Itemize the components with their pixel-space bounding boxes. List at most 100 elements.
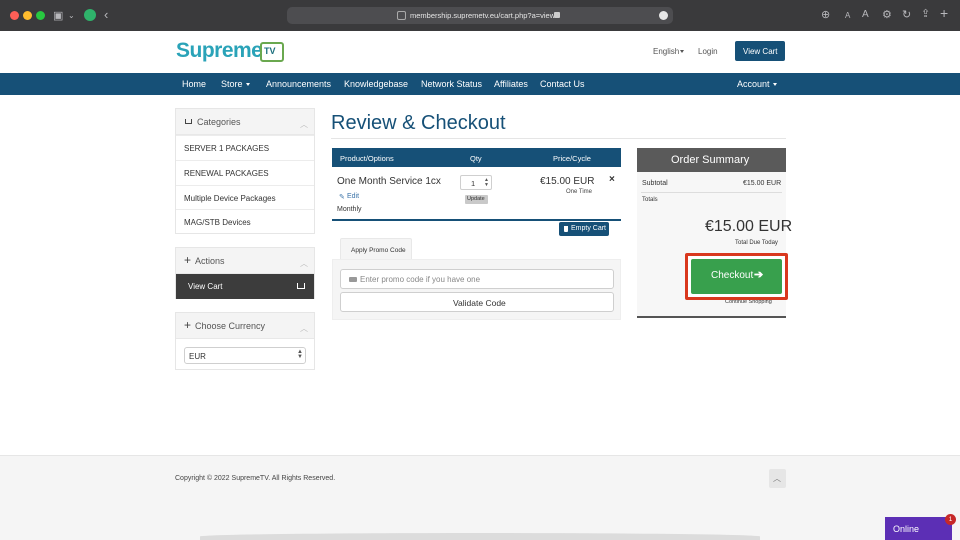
update-button[interactable]: Update (465, 195, 488, 204)
promo-placeholder: Enter promo code if you have one (360, 275, 481, 284)
footer-shadow (200, 533, 760, 540)
remove-item-button[interactable]: × (609, 174, 615, 185)
main-navigation: Home Store Announcements Knowledgebase N… (0, 73, 960, 95)
nav-affiliates[interactable]: Affiliates (494, 79, 528, 89)
reload-icon[interactable]: ↻ (902, 9, 911, 21)
cart-icon (297, 283, 305, 289)
categories-header[interactable]: Categories ︿ (176, 109, 314, 135)
store-caret-icon (246, 83, 250, 86)
category-item[interactable]: Multiple Device Packages (176, 185, 314, 210)
currency-title: Choose Currency (195, 321, 266, 331)
category-item[interactable]: SERVER 1 PACKAGES (176, 135, 314, 160)
text-smaller-icon[interactable]: A (845, 10, 850, 22)
nav-announcements[interactable]: Announcements (266, 79, 331, 89)
lock-icon (554, 12, 560, 18)
collapse-chevron-icon[interactable]: ︿ (300, 258, 308, 269)
column-price: Price/Cycle (553, 154, 591, 163)
categories-panel: Categories ︿ SERVER 1 PACKAGES RENEWAL P… (175, 108, 315, 234)
category-item[interactable]: RENEWAL PACKAGES (176, 160, 314, 185)
url-text: membership.supremetv.eu/cart.php?a=view (410, 11, 556, 20)
column-product: Product/Options (340, 154, 394, 163)
category-label: SERVER 1 PACKAGES (184, 144, 270, 153)
empty-cart-button[interactable]: Empty Cart (559, 222, 609, 236)
categories-title: Categories (197, 117, 241, 127)
currency-select[interactable]: EUR ▲ ▼ (184, 347, 306, 364)
checkout-button[interactable]: Checkout ➔ (691, 259, 782, 294)
nav-home[interactable]: Home (182, 79, 206, 89)
validate-code-label: Validate Code (453, 298, 506, 308)
cart-table-header: Product/Options Qty Price/Cycle (332, 148, 621, 167)
header-view-cart-button[interactable]: View Cart (735, 41, 785, 61)
stepper-arrows-icon[interactable]: ▲ ▼ (484, 178, 489, 188)
actions-panel: + Actions ︿ View Cart (175, 247, 315, 299)
order-summary-header: Order Summary (637, 148, 786, 172)
select-arrows-icon: ▲ ▼ (297, 349, 303, 360)
collapse-chevron-icon[interactable]: ︿ (300, 119, 308, 130)
cart-item-row: One Month Service 1cx ✎ Edit Monthly 1 ▲… (332, 167, 621, 221)
currency-selected-value: EUR (189, 352, 206, 361)
back-to-top-button[interactable]: ︿ (769, 469, 786, 488)
zoom-window-button[interactable] (36, 11, 45, 20)
subtotal-value: €15.00 EUR (743, 180, 782, 187)
promo-tab-label: Apply Promo Code (351, 247, 406, 254)
category-label: MAG/STB Devices (184, 218, 251, 227)
chevron-down-icon[interactable]: ⌄ (68, 10, 75, 22)
nav-contact-us[interactable]: Contact Us (540, 79, 585, 89)
actions-header[interactable]: + Actions ︿ (176, 248, 314, 274)
currency-panel: + Choose Currency ︿ EUR ▲ ▼ (175, 312, 315, 370)
empty-cart-label: Empty Cart (571, 225, 607, 232)
caret-down-icon (680, 50, 684, 53)
cart-item-price: €15.00 EUR (540, 176, 595, 187)
settings-gear-icon[interactable]: ⚙ (882, 9, 892, 21)
promo-code-input[interactable]: Enter promo code if you have one (340, 269, 614, 289)
pencil-icon: ✎ (339, 194, 345, 201)
nav-store[interactable]: Store (221, 79, 243, 89)
sidebar-toggle-icon[interactable]: ▣ (53, 10, 63, 22)
nav-network-status[interactable]: Network Status (421, 79, 482, 89)
live-chat-button[interactable]: Online 1 (885, 514, 956, 540)
update-label: Update (467, 196, 485, 202)
promo-code-tab[interactable]: Apply Promo Code (340, 238, 412, 260)
currency-header[interactable]: + Choose Currency ︿ (176, 313, 314, 339)
checkout-highlight: Checkout ➔ (685, 253, 788, 300)
share-icon[interactable]: ⇪ (921, 8, 930, 20)
text-larger-icon[interactable]: A (862, 9, 869, 21)
cart-item-billing: One Time (566, 189, 593, 195)
address-bar[interactable]: membership.supremetv.eu/cart.php?a=view (287, 7, 673, 24)
subtotal-label: Subtotal (642, 180, 668, 187)
header-view-cart-label: View Cart (743, 47, 778, 56)
logo-badge: TV (264, 46, 276, 56)
language-selector[interactable]: English (653, 47, 679, 56)
collapse-chevron-icon[interactable]: ︿ (300, 323, 308, 334)
validate-code-button[interactable]: Validate Code (340, 292, 614, 312)
plus-icon: + (184, 253, 192, 267)
supremetv-logo[interactable]: Supreme TV (176, 37, 286, 67)
online-label: Online (893, 524, 920, 534)
promo-code-panel: Enter promo code if you have one Validat… (332, 259, 621, 320)
minimize-window-button[interactable] (23, 11, 32, 20)
trash-icon (564, 226, 568, 232)
category-item[interactable]: MAG/STB Devices (176, 209, 314, 234)
cart-item-name: One Month Service 1cx (337, 176, 441, 187)
more-options-icon[interactable] (659, 11, 668, 20)
cart-icon (185, 119, 192, 124)
title-divider (331, 138, 786, 139)
close-window-button[interactable] (10, 11, 19, 20)
back-icon[interactable]: ‹ (104, 8, 108, 21)
account-caret-icon (773, 83, 777, 86)
download-icon[interactable]: ⊕ (821, 9, 830, 21)
nav-account[interactable]: Account (737, 79, 770, 89)
nav-knowledgebase[interactable]: Knowledgebase (344, 79, 408, 89)
edit-link[interactable]: Edit (347, 193, 359, 200)
quantity-stepper[interactable]: 1 ▲ ▼ (460, 175, 492, 190)
category-label: RENEWAL PACKAGES (184, 169, 269, 178)
total-amount: €15.00 EUR (705, 218, 793, 235)
login-link[interactable]: Login (698, 47, 718, 56)
summary-divider (641, 192, 782, 193)
sidebar-view-cart-item[interactable]: View Cart (176, 274, 314, 299)
extension-icon[interactable] (84, 9, 96, 21)
site-footer: Copyright © 2022 SupremeTV. All Rights R… (0, 455, 960, 540)
quantity-value: 1 (471, 179, 476, 188)
new-tab-icon[interactable]: + (940, 6, 948, 20)
column-qty: Qty (470, 154, 482, 163)
